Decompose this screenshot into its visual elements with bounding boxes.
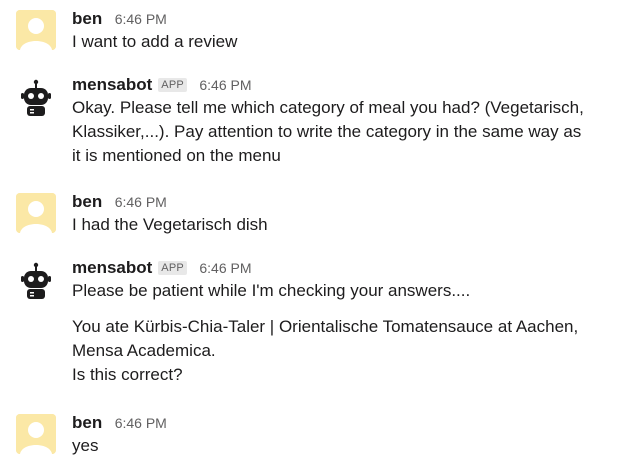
bot-avatar[interactable]: [16, 78, 56, 118]
user-avatar[interactable]: [16, 10, 56, 50]
user-avatar[interactable]: [16, 193, 56, 233]
message-text: I want to add a review: [72, 30, 625, 54]
message-text: I had the Vegetarisch dish: [72, 213, 625, 237]
message-text: Okay. Please tell me which category of m…: [72, 96, 625, 168]
message-line: I had the Vegetarisch dish: [72, 215, 268, 234]
user-avatar[interactable]: [16, 414, 56, 454]
robot-icon: [21, 262, 51, 299]
user-avatar-placeholder-icon: [16, 414, 56, 454]
message-line: Please be patient while I'm checking you…: [72, 281, 471, 300]
app-badge: APP: [158, 78, 187, 92]
author-name[interactable]: ben: [72, 192, 102, 211]
author-name[interactable]: mensabot: [72, 258, 152, 277]
message-text: yes: [72, 434, 625, 458]
app-badge: APP: [158, 261, 187, 275]
bot-avatar[interactable]: [16, 261, 56, 301]
message-line: it is mentioned on the menu: [72, 146, 281, 165]
timestamp[interactable]: 6:46 PM: [115, 194, 167, 210]
message-line: Mensa Academica.: [72, 341, 216, 360]
message-line: Okay. Please tell me which category of m…: [72, 98, 584, 117]
timestamp[interactable]: 6:46 PM: [199, 77, 251, 93]
user-avatar-placeholder-icon: [16, 10, 56, 50]
timestamp[interactable]: 6:46 PM: [199, 260, 251, 276]
timestamp[interactable]: 6:46 PM: [115, 11, 167, 27]
timestamp[interactable]: 6:46 PM: [115, 415, 167, 431]
message-line: Klassiker,...). Pay attention to write t…: [72, 122, 582, 141]
author-name[interactable]: ben: [72, 9, 102, 28]
author-name[interactable]: ben: [72, 413, 102, 432]
message-line: yes: [72, 436, 99, 455]
message-line: Is this correct?: [72, 365, 183, 384]
message-text: Please be patient while I'm checking you…: [72, 279, 625, 303]
user-avatar-placeholder-icon: [16, 193, 56, 233]
message-line: You ate Kürbis-Chia-Taler | Orientalisch…: [72, 317, 579, 336]
robot-icon: [21, 79, 51, 116]
message-line: I want to add a review: [72, 32, 238, 51]
message-text-followup: You ate Kürbis-Chia-Taler | Orientalisch…: [72, 315, 625, 387]
author-name[interactable]: mensabot: [72, 75, 152, 94]
